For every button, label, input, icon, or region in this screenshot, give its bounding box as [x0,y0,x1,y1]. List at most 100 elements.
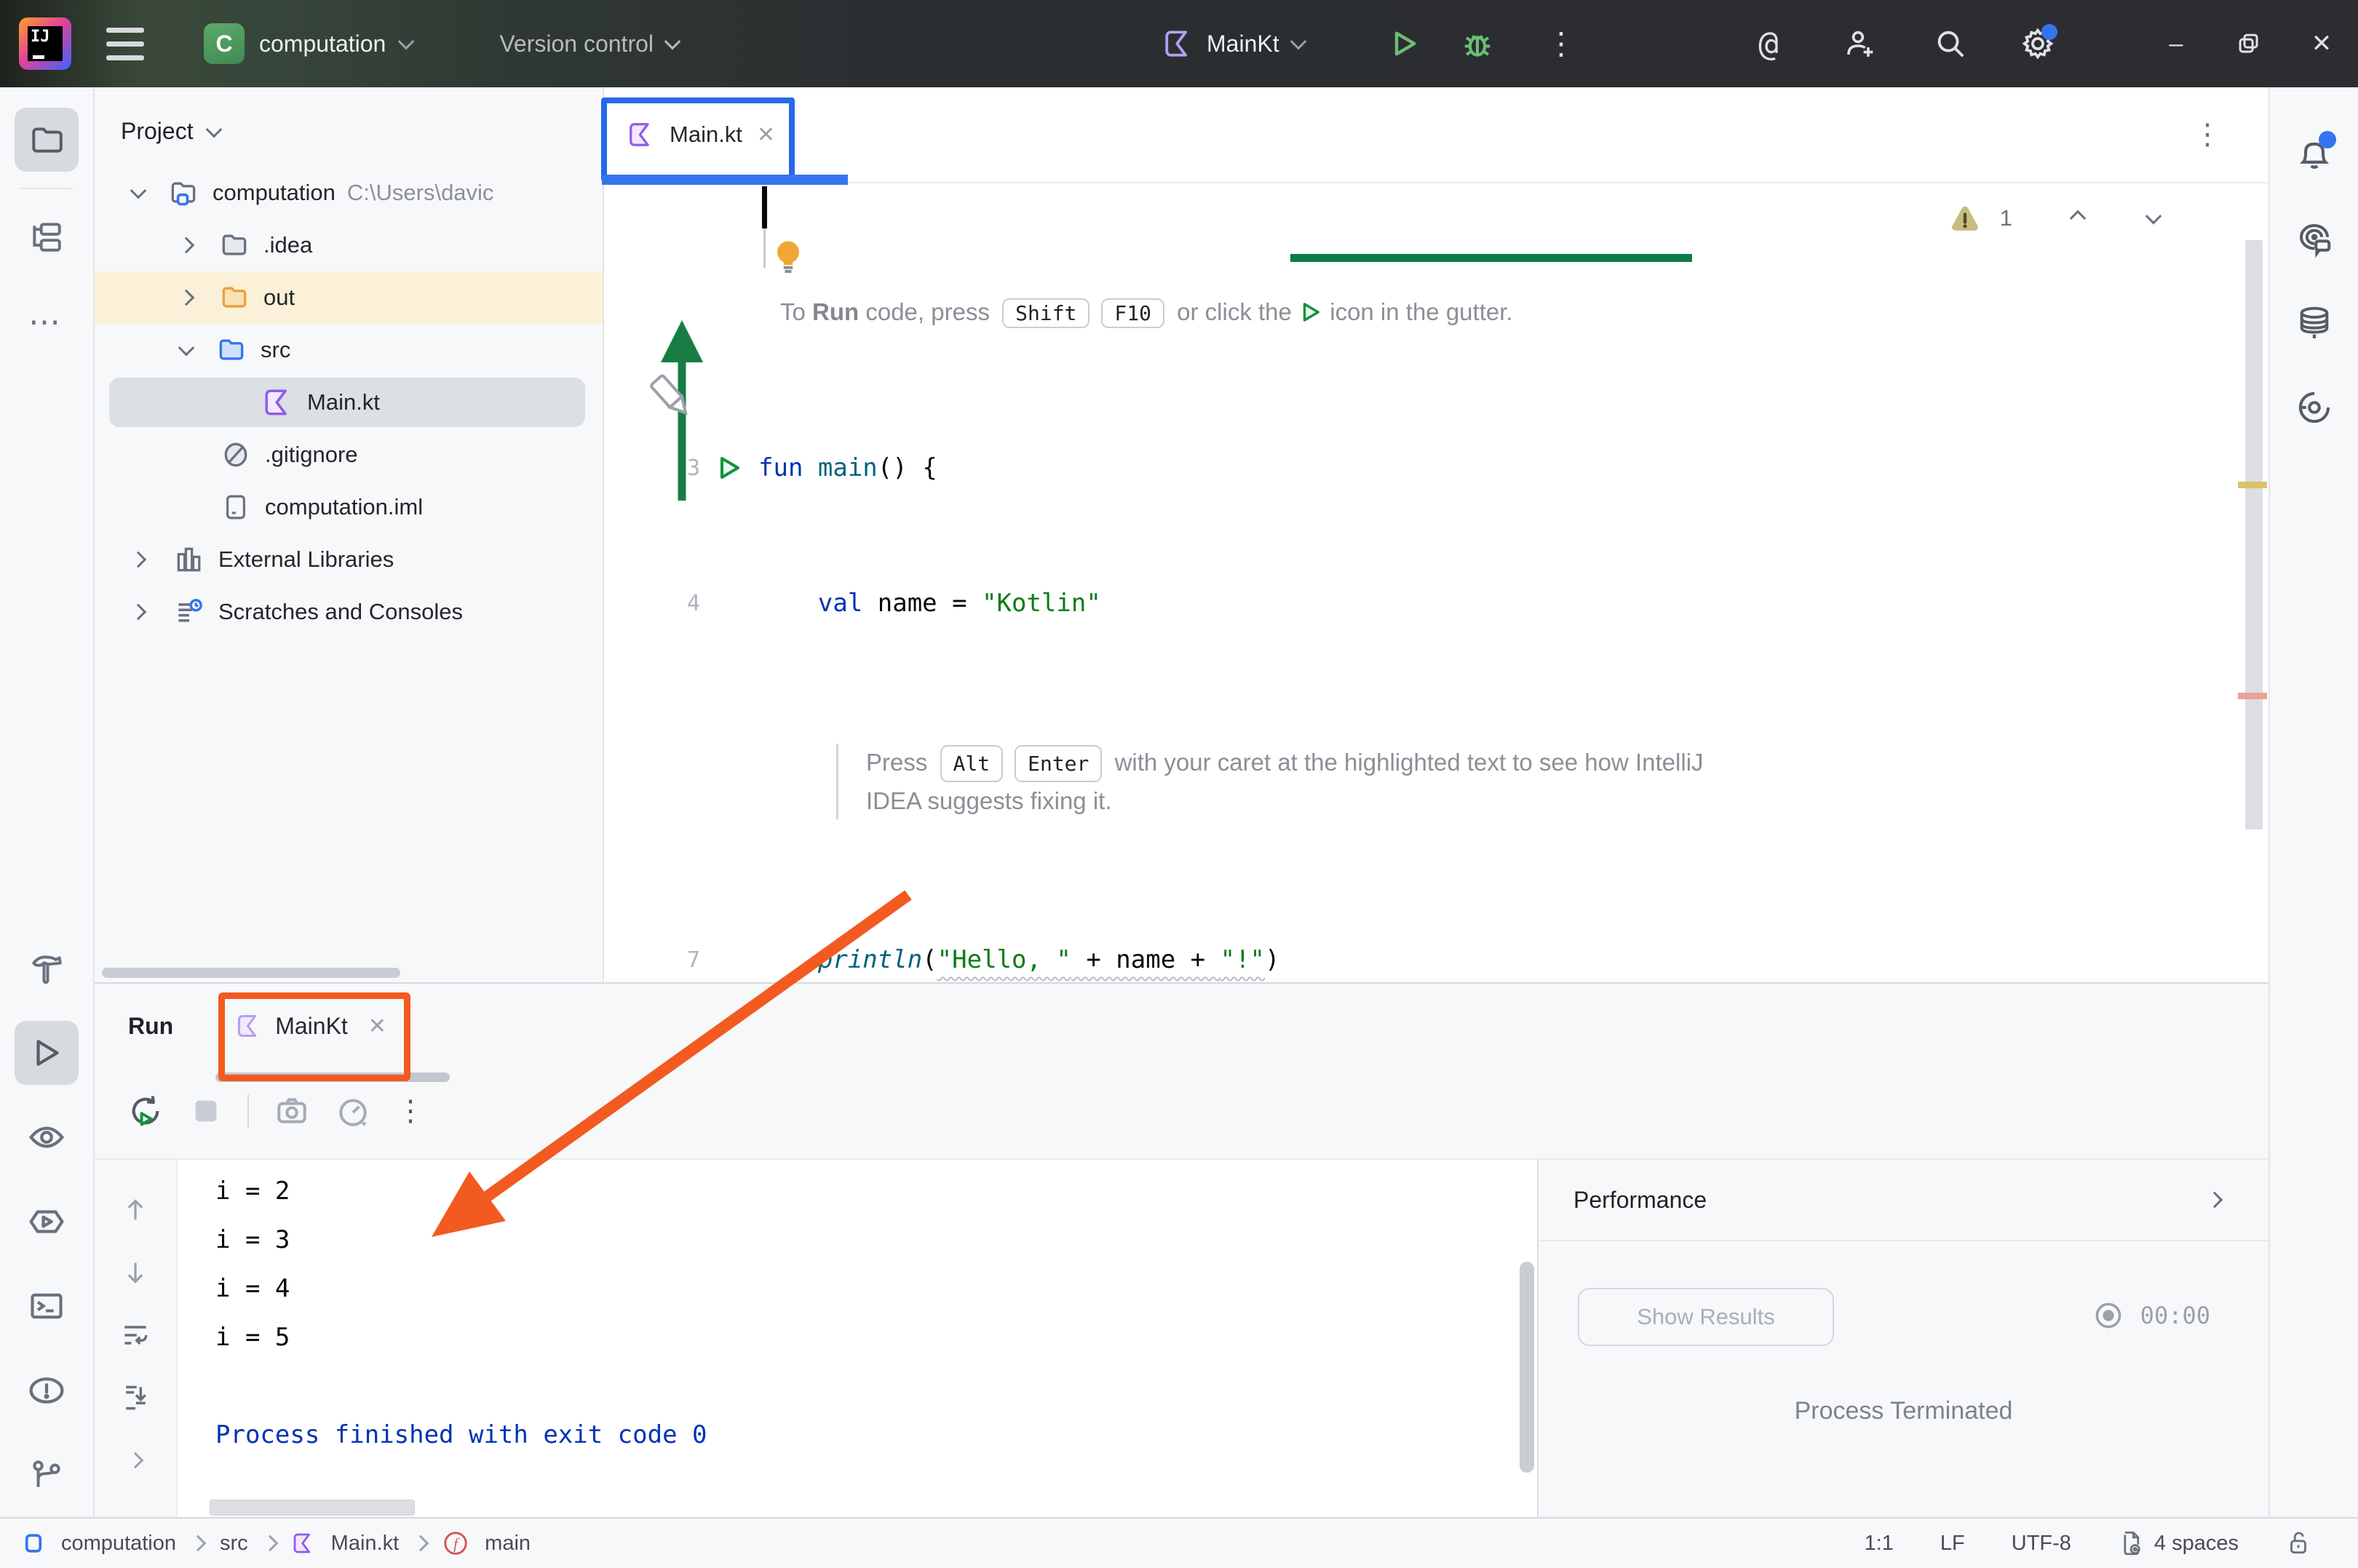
ai-assistant-button[interactable]: @ [1743,18,1794,69]
scrollbar-breakpoint-mark [2238,693,2267,699]
kotlin-file-icon [1163,28,1194,59]
kotlin-file-icon [627,121,655,148]
database-toolwindow-button[interactable] [2282,291,2346,355]
down-stack-trace-button[interactable] [121,1241,150,1304]
run-button[interactable] [1379,18,1430,69]
unlock-icon [2285,1529,2311,1557]
gradle-toolwindow-button[interactable] [2282,375,2346,439]
project-panel-header[interactable]: Project [95,87,603,167]
console-line: i = 3 [215,1216,1537,1265]
tree-row-idea[interactable]: .idea [95,219,603,271]
play-icon [28,1035,65,1071]
toolwindow-run-button[interactable] [15,1021,79,1085]
rerun-button[interactable] [127,1092,164,1130]
restore-button[interactable] [2212,0,2285,87]
tree-row-external-libraries[interactable]: External Libraries [95,533,603,586]
toolwindow-more-button[interactable]: ⋯ [15,290,79,354]
folder-icon [218,229,250,261]
tree-row-scratches[interactable]: Scratches and Consoles [95,586,603,638]
settings-button[interactable] [2012,18,2063,69]
more-actions-button[interactable]: ⋮ [1536,18,1587,69]
search-everywhere-button[interactable] [1925,18,1976,69]
debug-button[interactable] [1452,18,1503,69]
record-icon [2092,1300,2124,1332]
toolwindow-project-button[interactable] [15,108,79,172]
scrollbar-warning-mark [2238,482,2267,488]
code-area[interactable]: To Run code, press ShiftF10 or click the… [606,182,2268,982]
lock-widget[interactable] [2285,1529,2311,1557]
toolwindow-services-button[interactable] [15,1105,79,1169]
code-with-me-button[interactable] [1834,18,1885,69]
tree-row-gitignore[interactable]: .gitignore [95,429,603,481]
toolwindow-structure-button[interactable] [15,205,79,269]
console-horizontal-scrollbar[interactable] [210,1500,415,1516]
chevron-down-icon [130,183,147,199]
database-icon [2295,304,2333,342]
module-folder-icon [167,177,199,209]
minimize-button[interactable]: – [2140,0,2212,87]
run-more-button[interactable]: ⋮ [396,1094,425,1128]
ai-assistant-toolwindow-button[interactable] [2282,207,2346,271]
project-widget[interactable]: C computation [204,23,412,64]
editor-scrollbar[interactable] [2245,240,2263,829]
performance-header[interactable]: Performance [1539,1160,2268,1241]
run-console[interactable]: i = 2 i = 3 i = 4 i = 5 Process finished… [95,1158,1537,1520]
toolwindow-vcs-button[interactable] [15,1443,79,1507]
profiler-capture-button[interactable] [335,1093,371,1129]
encoding-widget[interactable]: UTF-8 [2012,1532,2071,1556]
tab-close-icon[interactable]: ✕ [757,122,775,148]
intention-lightbulb-icon[interactable] [770,237,806,278]
caret-position-widget[interactable]: 1:1 [1865,1532,1894,1556]
text-caret [762,186,767,228]
project-horizontal-scrollbar[interactable] [102,968,400,978]
toolwindow-problems-button[interactable] [15,1358,79,1422]
run-gutter-icon[interactable] [715,453,744,482]
search-icon [1934,27,1967,60]
run-tab-active-indicator [215,1072,450,1082]
capture-snapshot-button[interactable] [274,1093,310,1129]
expand-console-toolbar-button[interactable] [130,1429,141,1492]
tree-row-out[interactable]: out [95,271,603,324]
structure-icon [28,219,65,255]
breadcrumb: computation src Main.kt f main [22,1530,531,1556]
tree-row-computation-iml[interactable]: computation.iml [95,481,603,533]
breadcrumb-file[interactable]: Main.kt [331,1532,399,1556]
run-tab-label: MainKt [275,1013,348,1040]
indent-widget[interactable]: 4 spaces [2118,1529,2239,1558]
stop-button[interactable] [189,1094,223,1128]
toolwindow-profiler-button[interactable] [15,1190,79,1254]
soft-wrap-button[interactable] [119,1304,151,1366]
notifications-button[interactable] [2282,122,2346,186]
tree-row-computation[interactable]: computation C:\Users\davic [95,167,603,219]
toolwindow-terminal-button[interactable] [15,1274,79,1338]
editor-tab-options-button[interactable]: ⋮ [2193,87,2222,182]
chevron-right-icon [2207,1192,2223,1209]
breadcrumb-project[interactable]: computation [61,1532,176,1556]
breadcrumb-function[interactable]: main [485,1532,531,1556]
tree-row-src[interactable]: src [95,324,603,376]
code-row-7: 7 println("Hello, " + name + "!") [606,936,2268,984]
tree-row-main-kt[interactable]: Main.kt [95,376,603,429]
tree-label: Scratches and Consoles [218,599,463,625]
editor-tab-main-kt[interactable]: Main.kt ✕ [606,87,794,182]
vcs-widget[interactable]: Version control [499,31,678,57]
console-vertical-scrollbar[interactable] [1520,1262,1534,1473]
chevron-down-icon [398,33,415,50]
tree-label: out [263,284,295,311]
line-ending-widget[interactable]: LF [1940,1532,1965,1556]
show-results-button[interactable]: Show Results [1578,1288,1834,1346]
run-configuration-widget[interactable]: MainKt [1163,0,1304,87]
run-tab-mainkt[interactable]: MainKt ✕ [236,1013,386,1040]
close-button[interactable]: ✕ [2285,0,2358,87]
up-stack-trace-button[interactable] [121,1179,150,1241]
console-left-toolbar [95,1160,178,1520]
main-menu-icon[interactable] [106,28,144,60]
kbd-shift: Shift [1002,298,1089,328]
tab-close-icon[interactable]: ✕ [368,1014,386,1039]
console-output[interactable]: i = 2 i = 3 i = 4 i = 5 Process finished… [178,1160,1537,1520]
chevron-down-icon [664,33,681,50]
scroll-to-end-button[interactable] [119,1366,151,1429]
breadcrumb-src[interactable]: src [220,1532,248,1556]
toolwindow-build-button[interactable] [15,936,79,1000]
chevron-right-icon [178,290,195,306]
